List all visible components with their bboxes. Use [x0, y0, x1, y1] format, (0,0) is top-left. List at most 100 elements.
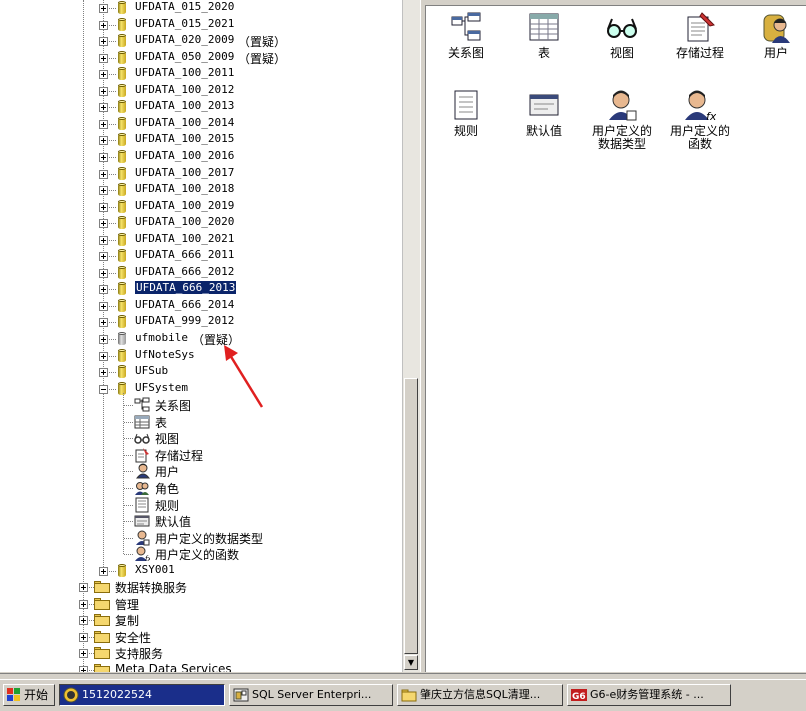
database-icon [118, 365, 126, 379]
expand-toggle[interactable] [79, 632, 88, 642]
database-status-note: （置疑） [238, 35, 287, 50]
expand-toggle[interactable] [79, 649, 88, 659]
tree-branch-line [124, 487, 133, 489]
scroll-down-button[interactable]: ▼ [404, 655, 418, 670]
expand-toggle[interactable] [99, 169, 108, 179]
expand-toggle[interactable] [99, 252, 108, 262]
taskbar-task-label: G6-e财务管理系统 - ... [590, 688, 704, 701]
expand-toggle[interactable] [99, 219, 108, 229]
database-name: UFDATA_100_2012 [135, 82, 235, 96]
details-item-label: 用户 [763, 46, 788, 60]
database-icon [118, 1, 126, 15]
tree-connector-line [83, 0, 84, 672]
expand-toggle[interactable] [99, 268, 108, 278]
expand-toggle[interactable] [99, 4, 108, 13]
taskbar-task-button[interactable]: G6 G6-e财务管理系统 - ... [567, 684, 731, 706]
expand-toggle[interactable] [99, 119, 108, 129]
expand-toggle[interactable] [99, 335, 108, 344]
expand-toggle[interactable] [79, 599, 88, 609]
database-name: UFDATA_100_2018 [135, 182, 235, 196]
database-name: UFDATA_666_2013 [133, 280, 238, 296]
database-name: UFDATA_100_2019 [135, 198, 235, 212]
database-name: UFDATA_999_2012 [135, 314, 235, 328]
database-icon [118, 315, 126, 329]
database-name: UfNoteSys [135, 347, 195, 361]
database-icon [118, 216, 126, 230]
diagram-icon [450, 11, 482, 43]
tree-branch-line [124, 405, 133, 407]
taskbar-task-button[interactable]: SQL Server Enterpri... [229, 684, 393, 706]
expand-toggle[interactable] [99, 368, 108, 378]
start-button[interactable]: 开始 [3, 684, 55, 706]
database-name: UFDATA_666_2014 [135, 297, 235, 311]
details-pane[interactable]: 关系图 表 视图 存储过程 用户规则 默认值 用户定义的 数据类型 fx 用户定义的 函数 [425, 0, 806, 672]
database-icon [118, 332, 126, 346]
qq-icon [63, 687, 79, 703]
database-name: UFSystem [135, 380, 188, 394]
diagram-icon [134, 397, 150, 413]
details-item[interactable]: 默认值 [506, 89, 582, 138]
expand-toggle[interactable] [99, 53, 108, 63]
user-icon [760, 11, 792, 43]
start-label: 开始 [24, 688, 49, 702]
database-name: UFDATA_100_2011 [135, 66, 235, 80]
taskbar-task-button[interactable]: 肇庆立方信息SQL清理... [397, 684, 563, 706]
details-item[interactable]: 用户定义的 数据类型 [584, 89, 660, 151]
folder-label: 管理 [115, 597, 140, 612]
expand-toggle[interactable] [79, 616, 88, 626]
expand-toggle[interactable] [99, 70, 108, 80]
expand-toggle[interactable] [99, 152, 108, 162]
database-icon [118, 265, 126, 280]
expand-toggle[interactable] [99, 202, 108, 212]
default-icon [528, 89, 560, 121]
expand-toggle[interactable] [99, 136, 108, 146]
details-item[interactable]: 规则 [428, 89, 504, 138]
database-icon [118, 133, 126, 147]
expand-toggle[interactable] [99, 20, 108, 30]
details-item[interactable]: 视图 [584, 11, 660, 60]
user-datatype-icon [134, 530, 150, 546]
details-item-label: 用户定义的 数据类型 [591, 124, 652, 151]
details-item[interactable]: 存储过程 [662, 11, 738, 60]
database-icon [118, 249, 126, 263]
expand-toggle[interactable] [79, 583, 88, 593]
folder-icon [94, 647, 110, 660]
expand-toggle[interactable] [99, 103, 108, 113]
tree-scrollbar[interactable]: ▼ [402, 0, 420, 672]
details-item[interactable]: 表 [506, 11, 582, 60]
folder-icon [94, 581, 110, 594]
tree-pane[interactable]: UFDATA_015_2020 UFDATA_015_2021 UFDATA_020… [0, 0, 402, 672]
details-item[interactable]: fx 用户定义的 函数 [662, 89, 738, 151]
default-icon [134, 513, 150, 529]
expand-toggle[interactable] [99, 235, 108, 245]
expand-toggle[interactable] [99, 318, 108, 328]
expand-toggle[interactable] [99, 186, 108, 196]
object-category-label: 关系图 [155, 399, 192, 414]
tree-branch-line [124, 554, 133, 556]
scrollbar-thumb[interactable] [404, 378, 418, 654]
database-icon [118, 348, 126, 363]
details-item[interactable]: 关系图 [428, 11, 504, 60]
details-item[interactable]: 用户 [738, 11, 806, 60]
role-icon [134, 480, 150, 496]
expand-toggle[interactable] [79, 666, 88, 672]
tree-branch-line [124, 504, 133, 506]
windows-flag-icon [7, 688, 20, 701]
folder-label: Meta Data Services [115, 662, 232, 672]
user-datatype-icon [606, 89, 638, 121]
tree-connector-line [123, 393, 124, 555]
expand-toggle[interactable] [99, 351, 108, 361]
database-icon [118, 34, 126, 48]
taskbar-task-button[interactable]: 1512022524 [59, 684, 225, 706]
expand-toggle[interactable] [99, 301, 108, 311]
database-icon [118, 199, 126, 214]
expand-toggle[interactable] [99, 285, 108, 295]
database-name: UFDATA_100_2016 [135, 148, 235, 162]
details-top-strip [425, 0, 806, 6]
expand-toggle[interactable] [99, 566, 108, 576]
expand-toggle[interactable] [99, 37, 108, 47]
database-name: UFDATA_015_2021 [135, 16, 235, 30]
taskbar-task-label: 1512022524 [82, 688, 152, 701]
collapse-toggle[interactable] [99, 384, 108, 394]
expand-toggle[interactable] [99, 86, 108, 96]
